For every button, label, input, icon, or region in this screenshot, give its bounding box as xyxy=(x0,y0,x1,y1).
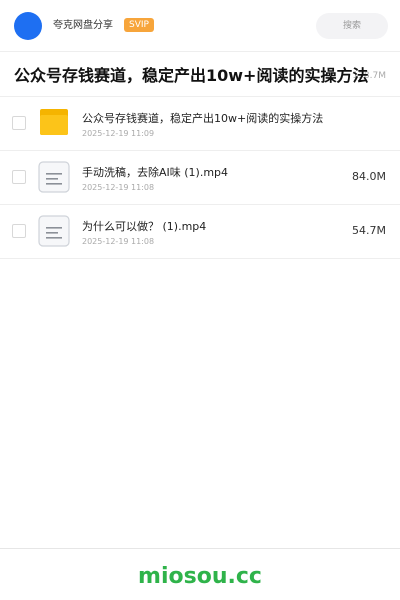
checkbox[interactable] xyxy=(12,170,26,184)
checkbox[interactable] xyxy=(12,116,26,130)
list-item[interactable]: 手动洗稿，去除AI味 (1).mp4 2025-12-19 11:08 84.0… xyxy=(0,151,400,205)
file-name[interactable]: 手动洗稿，去除AI味 (1).mp4 xyxy=(82,166,228,180)
header: 夸克网盘分享 SVIP 搜索 xyxy=(0,0,400,52)
folder-title-row: · 138.7M 公众号存钱赛道，稳定产出10w+阅读的实操方法 xyxy=(0,52,400,97)
footer: miosou.cc xyxy=(0,548,400,600)
file-date: 2025-12-19 11:09 xyxy=(82,129,155,138)
avatar[interactable] xyxy=(14,12,42,40)
file-name[interactable]: 为什么可以做？ (1).mp4 xyxy=(82,220,206,234)
file-date: 2025-12-19 11:08 xyxy=(82,183,155,192)
svip-badge: SVIP xyxy=(124,18,154,32)
folder-icon xyxy=(40,109,68,135)
brand-name: 夸克网盘分享 xyxy=(53,20,113,31)
file-name[interactable]: 公众号存钱赛道，稳定产出10w+阅读的实操方法 xyxy=(82,112,323,126)
search-button[interactable]: 搜索 xyxy=(316,13,388,39)
file-date: 2025-12-19 11:08 xyxy=(82,237,155,246)
file-size: 54.7M xyxy=(352,224,386,237)
page-title: 公众号存钱赛道，稳定产出10w+阅读的实操方法 xyxy=(14,66,369,85)
file-icon xyxy=(38,215,70,247)
file-list: 公众号存钱赛道，稳定产出10w+阅读的实操方法 2025-12-19 11:09… xyxy=(0,97,400,259)
watermark: miosou.cc xyxy=(138,564,262,589)
checkbox[interactable] xyxy=(12,224,26,238)
file-size: 84.0M xyxy=(352,170,386,183)
page: 夸克网盘分享 SVIP 搜索 · 138.7M 公众号存钱赛道，稳定产出10w+… xyxy=(0,0,400,600)
list-item[interactable]: 为什么可以做？ (1).mp4 2025-12-19 11:08 54.7M xyxy=(0,205,400,259)
list-item[interactable]: 公众号存钱赛道，稳定产出10w+阅读的实操方法 2025-12-19 11:09 xyxy=(0,97,400,151)
file-icon xyxy=(38,161,70,193)
